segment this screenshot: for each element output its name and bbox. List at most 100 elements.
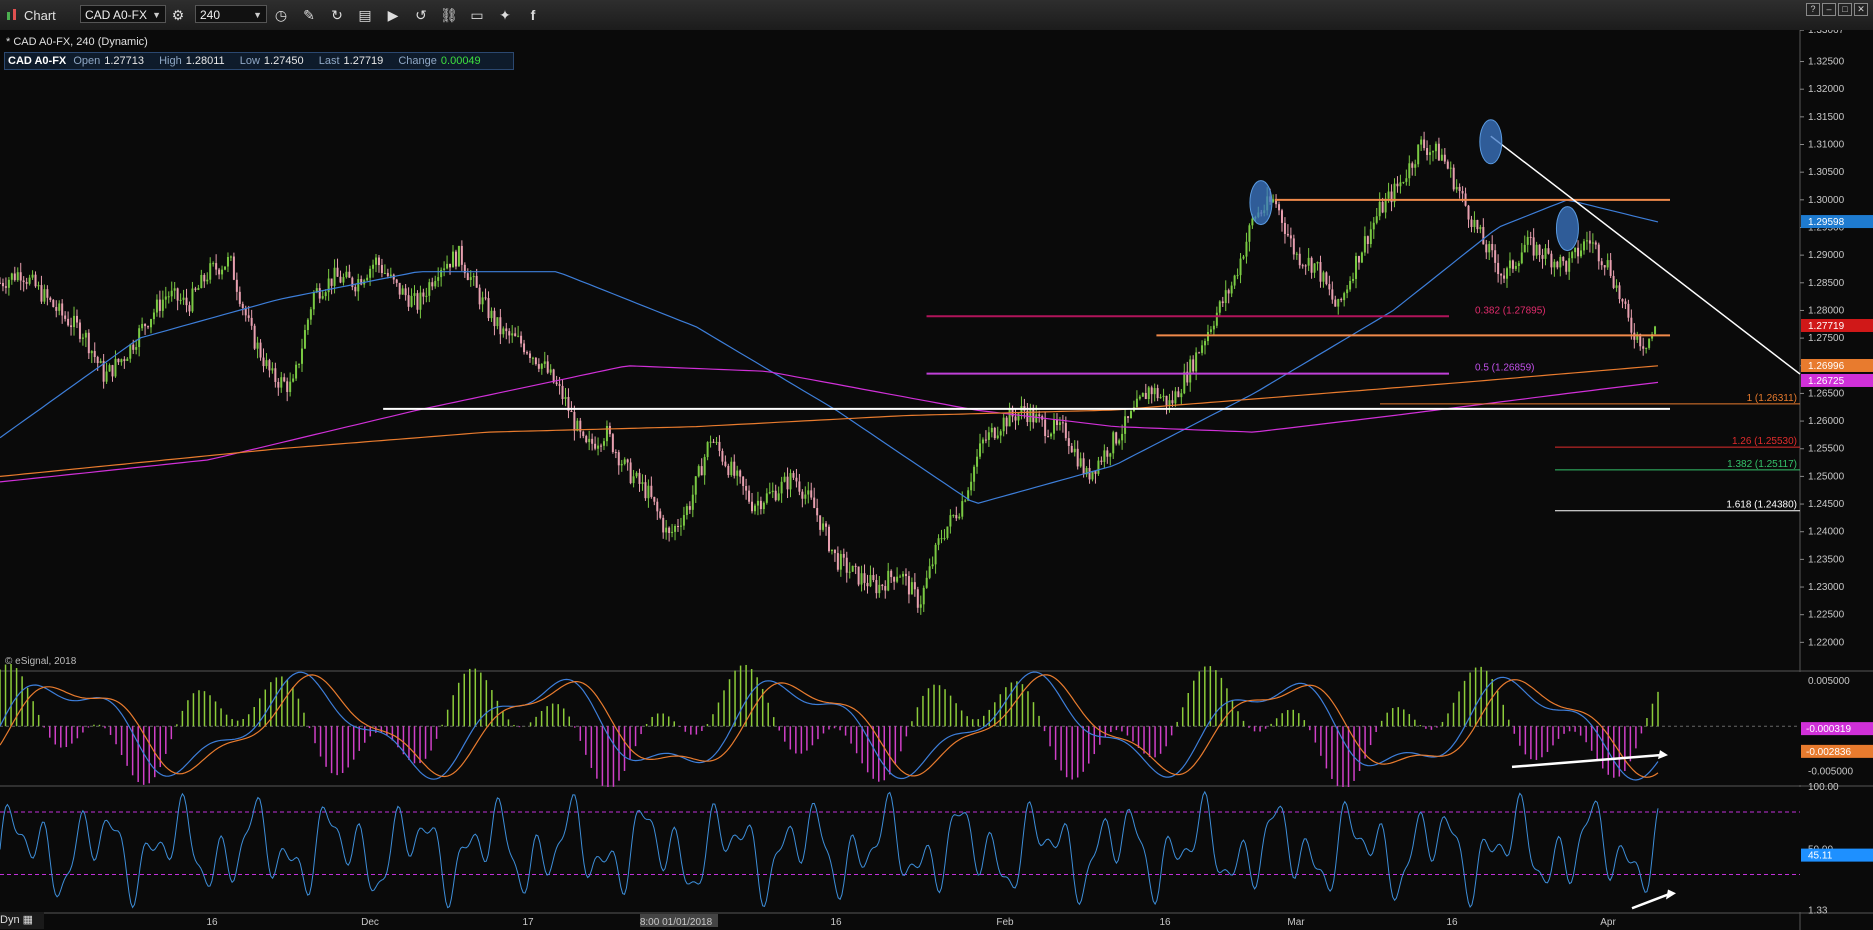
- candle-body: [1106, 450, 1109, 457]
- candle-body: [925, 577, 928, 588]
- candle-body: [931, 564, 934, 567]
- candle-body: [135, 347, 138, 350]
- candle-body: [1511, 260, 1514, 269]
- fib-level-label: 1 (1.26311): [1747, 393, 1797, 404]
- last-value: 1.27719: [343, 55, 384, 67]
- candle-body: [416, 293, 419, 310]
- play-icon[interactable]: ▶: [383, 5, 403, 25]
- chart-canvas[interactable]: 0.382 (1.27895) 0.5 (1.26859) 1 (1.26311) 1…: [0, 30, 1873, 930]
- candle-body: [1494, 250, 1497, 263]
- candle-body: [1337, 299, 1340, 307]
- settings-icon[interactable]: ⚙: [168, 5, 188, 25]
- candle-body: [697, 466, 700, 477]
- maximize-button[interactable]: □: [1838, 3, 1852, 16]
- ticker-icon[interactable]: ▤: [355, 5, 375, 25]
- candle-body: [1135, 398, 1138, 408]
- candle-body: [478, 287, 481, 305]
- candle-body: [1307, 257, 1310, 266]
- fib-level-label: 0.5 (1.26859): [1475, 363, 1535, 374]
- candle-body: [679, 525, 682, 527]
- oscillator-pane[interactable]: 100.0050.001.3345.11: [0, 782, 1873, 916]
- candle-body: [1289, 235, 1292, 239]
- candle-body: [526, 352, 529, 354]
- y-tick-label: 1.33067: [1808, 30, 1845, 36]
- chevron-down-icon[interactable]: ▼: [253, 6, 262, 24]
- candle-body: [1316, 262, 1319, 264]
- candle-body: [1446, 161, 1449, 169]
- candle-body: [182, 297, 185, 300]
- candle-body: [919, 604, 922, 608]
- candle-body: [1044, 419, 1047, 437]
- candle-body: [1017, 413, 1020, 421]
- info-symbol: CAD A0-FX: [8, 55, 67, 67]
- candle-body: [1153, 388, 1156, 395]
- candle-body: [96, 357, 99, 364]
- candle-body: [863, 573, 866, 583]
- candle-body: [443, 268, 446, 270]
- candle-body: [691, 494, 694, 510]
- candle-body: [141, 323, 144, 329]
- x-tick-label: Feb: [996, 917, 1014, 928]
- candle-body: [206, 279, 209, 282]
- candle-body: [377, 257, 380, 266]
- candle-body: [1334, 299, 1337, 307]
- minimize-button[interactable]: –: [1822, 3, 1836, 16]
- pencil-icon[interactable]: ✎: [299, 5, 319, 25]
- chevron-down-icon[interactable]: ▼: [152, 6, 161, 24]
- candle-body: [1550, 253, 1553, 268]
- candle-body: [1434, 143, 1437, 152]
- candle-body: [232, 256, 235, 280]
- dynamic-toggle[interactable]: Dyn ▦: [0, 912, 44, 929]
- candle-body: [64, 315, 67, 319]
- candle-body: [1517, 263, 1520, 267]
- help-button[interactable]: ?: [1806, 3, 1820, 16]
- candle-body: [404, 288, 407, 296]
- candle-body: [1292, 238, 1295, 255]
- link-icon[interactable]: ⛓: [439, 5, 459, 25]
- candle-body: [943, 537, 946, 539]
- replay-icon[interactable]: ↺: [411, 5, 431, 25]
- candle-body: [345, 271, 348, 278]
- candle-body: [1473, 219, 1476, 227]
- candle-body: [1506, 268, 1509, 279]
- candle-body: [682, 515, 685, 526]
- close-button[interactable]: ✕: [1854, 3, 1868, 16]
- candle-body: [1230, 285, 1233, 294]
- refresh-icon[interactable]: ↻: [327, 5, 347, 25]
- candle-body: [1491, 243, 1494, 251]
- candle-body: [132, 344, 135, 350]
- candle-body: [1594, 242, 1597, 245]
- interval-input[interactable]: 240 ▼: [195, 5, 267, 23]
- price-tag-label: 1.29598: [1808, 217, 1845, 228]
- candle-body: [1206, 331, 1209, 342]
- candle-body: [922, 587, 925, 605]
- candle-body: [1251, 218, 1254, 226]
- facebook-icon[interactable]: f: [523, 5, 543, 25]
- price-tag-label: 1.26996: [1808, 361, 1845, 372]
- twitter-icon[interactable]: ✦: [495, 5, 515, 25]
- candle-body: [1, 282, 4, 287]
- candle-body: [937, 538, 940, 545]
- comment-icon[interactable]: ▭: [467, 5, 487, 25]
- candle-body: [768, 492, 771, 494]
- candle-body: [235, 279, 238, 292]
- candle-body: [425, 295, 428, 297]
- candle-body: [1582, 241, 1585, 251]
- candle-body: [1591, 242, 1594, 244]
- candle-body: [256, 342, 259, 349]
- candle-body: [212, 263, 215, 265]
- candle-body: [1538, 244, 1541, 256]
- candle-body: [1627, 303, 1630, 318]
- clock-icon[interactable]: ◷: [271, 5, 291, 25]
- candle-body: [1112, 432, 1115, 454]
- symbol-input[interactable]: CAD A0-FX ▼: [80, 5, 166, 23]
- candle-body: [987, 432, 990, 440]
- macd-pane[interactable]: 0.005000 -0.005000 -0.000319 -0.002836: [0, 663, 1873, 789]
- candle-body: [795, 477, 798, 482]
- y-tick-label: 1.24500: [1808, 499, 1845, 510]
- candle-body: [819, 515, 822, 530]
- calendar-icon[interactable]: ▦: [23, 914, 33, 926]
- candle-body: [1124, 416, 1127, 434]
- candle-body: [665, 527, 668, 533]
- candle-body: [902, 573, 905, 577]
